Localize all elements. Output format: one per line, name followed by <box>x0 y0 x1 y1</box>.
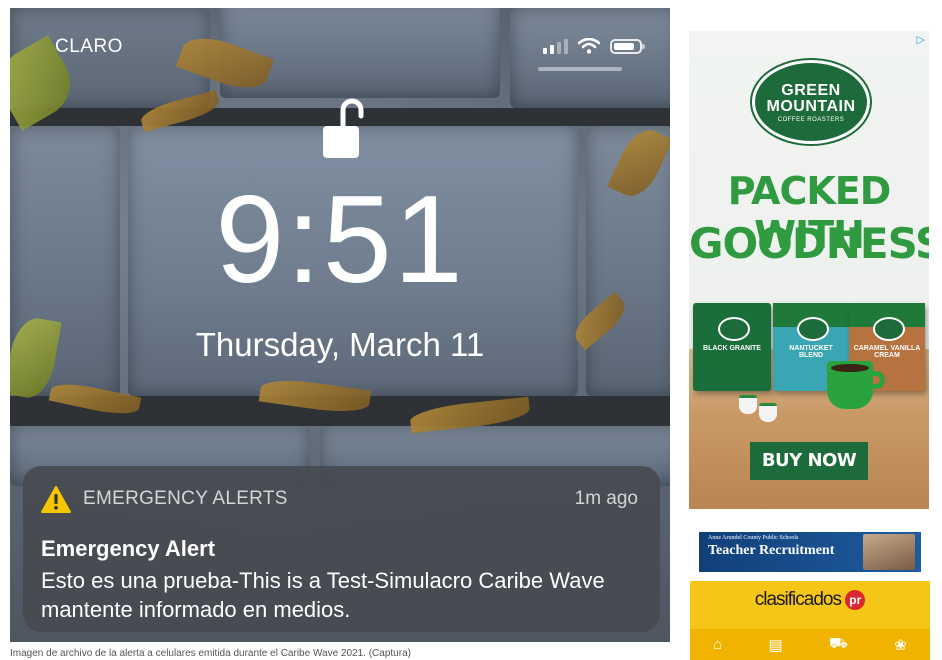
green-mountain-logo: GREEN MOUNTAIN COFFEE ROASTERS <box>752 60 870 144</box>
ad-headline-2: GOODNESS <box>689 219 929 268</box>
pr-badge: pr <box>845 589 866 610</box>
wifi-icon <box>578 38 600 54</box>
product-box: BLACK GRANITE <box>693 303 771 391</box>
brick <box>510 8 670 108</box>
logo-line-1: GREEN <box>781 82 841 99</box>
product-name: CARAMEL VANILLA CREAM <box>853 345 921 359</box>
pet-icon[interactable]: ❀ <box>894 636 907 654</box>
control-center-indicator <box>538 67 622 71</box>
product-name: NANTUCKET BLEND <box>789 345 833 359</box>
kcup-pod <box>739 395 757 414</box>
adchoices-icon[interactable]: ▷ <box>917 33 925 46</box>
clasificados-ad[interactable]: Anne Arundel County Public Schools Teach… <box>690 525 930 660</box>
logo-line-3: COFFEE ROASTERS <box>777 117 845 123</box>
notification-body: Esto es una prueba-This is a Test-Simula… <box>41 568 605 622</box>
status-icons <box>543 38 645 54</box>
coffee-surface <box>831 364 869 372</box>
notification-header: EMERGENCY ALERTS 1m ago <box>41 484 638 514</box>
lockscreen-image: CLARO 9:51 Thursday, March 11 EMERGENCY … <box>10 8 670 642</box>
teacher-recruitment-banner[interactable]: Anne Arundel County Public Schools Teach… <box>699 532 921 572</box>
logo-line-2: MOUNTAIN <box>766 98 856 115</box>
product-emblem <box>797 317 829 341</box>
battery-icon <box>610 38 645 54</box>
banner-title: Teacher Recruitment <box>708 543 835 558</box>
clasificados-logo[interactable]: clasificados pr <box>690 589 930 611</box>
product-emblem <box>873 317 905 341</box>
notification-title: Emergency Alert <box>41 536 216 561</box>
teacher-photo <box>863 534 915 570</box>
banner-org: Anne Arundel County Public Schools <box>708 535 799 541</box>
clasificados-wordmark: clasificados <box>754 589 842 610</box>
notification-app-name: EMERGENCY ALERTS <box>83 488 288 509</box>
green-mountain-ad[interactable]: ▷ GREEN MOUNTAIN COFFEE ROASTERS PACKED … <box>689 31 929 509</box>
clasificados-tabbar: ⌂ ▤ ⛟ ❀ <box>690 629 930 660</box>
inbox-icon[interactable]: ▤ <box>769 636 783 654</box>
buy-now-button[interactable]: BUY NOW <box>750 442 868 480</box>
product-name: BLACK GRANITE <box>703 345 761 352</box>
lock-open-icon <box>323 98 364 158</box>
car-icon[interactable]: ⛟ <box>829 635 848 654</box>
home-icon[interactable]: ⌂ <box>713 636 722 653</box>
image-caption: Imagen de archivo de la alerta a celular… <box>10 648 411 659</box>
emergency-alert-notification[interactable]: EMERGENCY ALERTS 1m ago Emergency Alert … <box>23 466 660 632</box>
kcup-pod <box>759 403 777 422</box>
product-emblem <box>718 317 750 341</box>
brick <box>220 8 500 98</box>
clock-time: 9:51 <box>215 171 465 309</box>
notification-age: 1m ago <box>574 488 638 509</box>
carrier-label: CLARO <box>55 36 123 57</box>
warning-icon <box>41 485 71 513</box>
signal-icon <box>543 38 568 54</box>
clock-date: Thursday, March 11 <box>195 326 485 363</box>
